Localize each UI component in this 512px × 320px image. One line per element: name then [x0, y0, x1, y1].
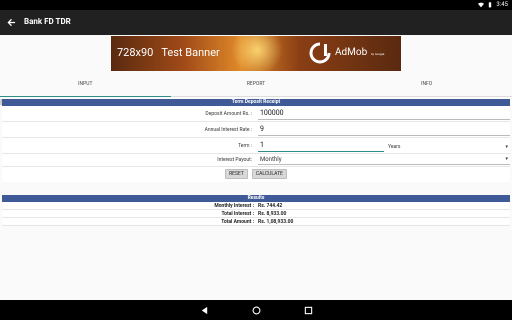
triangle-back-icon: [201, 306, 207, 314]
app-screen: 3:45 Bank FD TDR 728x90 Test Banner AdMo…: [0, 0, 512, 320]
term-label: Term :: [238, 143, 252, 149]
app-toolbar: Bank FD TDR: [0, 10, 512, 35]
form-header: Term Deposit Receipt: [2, 99, 510, 106]
result-label: Total Interest :: [221, 211, 255, 217]
admob-sub: by Google: [371, 52, 385, 56]
tab-input[interactable]: INPUT: [0, 72, 171, 97]
form-buttons: RESET CALCULATE: [2, 167, 510, 182]
nav-recents-button[interactable]: [302, 304, 314, 316]
result-label: Monthly Interest :: [214, 203, 254, 209]
system-nav-bar: [0, 300, 512, 320]
arrow-left-icon: [6, 18, 15, 26]
result-value: Rs. 8,933.00: [258, 211, 287, 217]
result-label: Total Amount :: [221, 219, 254, 225]
tab-bar: INPUT REPORT INFO: [0, 72, 512, 97]
tab-input-label: INPUT: [78, 81, 93, 87]
nav-home-button[interactable]: [250, 304, 262, 316]
results-header: Results: [2, 195, 510, 202]
tab-info-label: INFO: [421, 81, 433, 87]
results-panel: Results Monthly Interest : Rs. 744.42 To…: [2, 195, 510, 226]
calculate-button[interactable]: CALCULATE: [251, 169, 287, 179]
interest-rate-input[interactable]: 9: [258, 124, 510, 136]
payout-value: Monthly: [260, 156, 282, 163]
tab-report-label: REPORT: [246, 81, 266, 87]
result-row-total-interest: Total Interest : Rs. 8,933.00: [2, 210, 510, 218]
wifi-icon: [478, 2, 485, 8]
battery-icon: [489, 2, 492, 8]
term-row: Term : 1 Years ▾: [2, 138, 510, 154]
rate-row: Annual Interest Rate : 9: [2, 122, 510, 138]
interest-payout-select[interactable]: Monthly ▾: [258, 154, 510, 165]
deposit-label: Deposit Amount Rs. :: [205, 111, 252, 117]
square-recents-icon: [304, 306, 312, 314]
term-input[interactable]: 1: [258, 140, 384, 152]
banner-text: 728x90 Test Banner: [117, 46, 220, 59]
ad-banner[interactable]: 728x90 Test Banner AdMob by Google: [111, 36, 401, 71]
payout-row: Interest Payout: Monthly ▾: [2, 154, 510, 167]
status-bar: 3:45: [0, 0, 512, 10]
admob-text: AdMob: [335, 47, 368, 58]
banner-size-text: 728x90: [117, 46, 154, 59]
status-icons: 3:45: [478, 1, 508, 9]
result-row-total-amount: Total Amount : Rs. 1,08,933.00: [2, 218, 510, 226]
ad-area: 728x90 Test Banner AdMob by Google x: [0, 35, 512, 105]
banner-glow: [227, 36, 287, 71]
app-title: Bank FD TDR: [24, 17, 71, 26]
admob-logo: AdMob by Google: [309, 42, 397, 66]
deposit-form: Term Deposit Receipt Deposit Amount Rs. …: [2, 99, 510, 182]
dropdown-arrow-icon: ▾: [505, 144, 508, 150]
circle-home-icon: [252, 306, 260, 314]
back-button[interactable]: [4, 15, 18, 29]
tab-report[interactable]: REPORT: [171, 72, 342, 96]
banner-label-text: Test Banner: [161, 46, 220, 59]
result-value: Rs. 1,08,933.00: [258, 219, 294, 225]
term-unit-value: Years: [388, 144, 401, 150]
admob-icon: [309, 42, 331, 64]
dropdown-arrow-icon: ▾: [505, 156, 508, 162]
result-value: Rs. 744.42: [258, 203, 283, 209]
term-unit-select[interactable]: Years ▾: [386, 142, 510, 152]
deposit-row: Deposit Amount Rs. : 100000: [2, 106, 510, 122]
deposit-amount-input[interactable]: 100000: [258, 108, 510, 120]
reset-button[interactable]: RESET: [225, 169, 248, 179]
nav-back-button[interactable]: [198, 304, 210, 316]
rate-label: Annual Interest Rate :: [204, 127, 252, 133]
payout-label: Interest Payout:: [217, 157, 252, 163]
tab-info[interactable]: INFO: [341, 72, 512, 96]
status-time: 3:45: [496, 1, 508, 8]
result-row-monthly-interest: Monthly Interest : Rs. 744.42: [2, 202, 510, 210]
